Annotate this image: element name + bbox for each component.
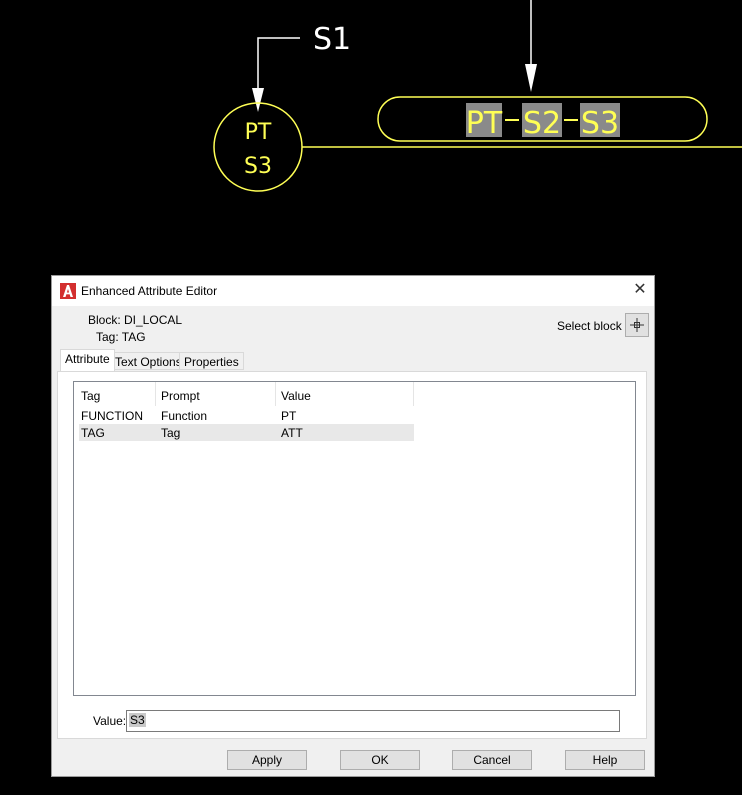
tab-text-options[interactable]: Text Options [110,352,187,370]
row-value: ATT [281,426,303,440]
crosshair-pick-icon [630,318,644,332]
dialog-titlebar[interactable]: Enhanced Attribute Editor ✕ [52,276,654,306]
table-row[interactable]: TAG Tag ATT [79,424,414,441]
tag-leader-arrowhead [525,64,537,92]
value-input-text: S3 [129,713,146,727]
value-label: Value: [93,714,127,728]
column-divider [155,382,156,406]
value-input[interactable]: S3 [126,710,620,732]
select-block-label: Select block [557,319,622,333]
column-header-prompt[interactable]: Prompt [161,389,200,403]
column-divider [275,382,276,406]
attribute-tab-panel: Tag Prompt Value FUNCTION Function PT TA… [57,371,647,739]
tag-part-2: S2 [523,106,561,141]
bubble-tag-text: S3 [244,154,272,179]
block-name-text: Block: DI_LOCAL [88,313,183,327]
autocad-logo-icon [60,283,76,299]
tag-part-3: S3 [581,106,619,141]
dialog-title: Enhanced Attribute Editor [81,284,218,298]
row-value: PT [281,409,297,423]
row-tag: TAG [81,426,105,440]
enhanced-attribute-editor-dialog: Enhanced Attribute Editor ✕ Block: DI_LO… [51,275,655,777]
cancel-button[interactable]: Cancel [452,750,532,770]
bubble-function-text: PT [245,120,272,145]
tab-attribute[interactable]: Attribute [60,349,115,371]
select-block-button[interactable] [625,313,649,337]
row-prompt: Tag [161,426,181,440]
attribute-list[interactable]: Tag Prompt Value FUNCTION Function PT TA… [73,381,636,696]
apply-button[interactable]: Apply [227,750,307,770]
row-prompt: Function [161,409,208,423]
leader-line [257,37,300,95]
column-header-tag[interactable]: Tag [81,389,100,403]
tag-part-1: PT [466,106,503,141]
tab-properties[interactable]: Properties [179,352,244,370]
ok-button[interactable]: OK [340,750,420,770]
leader-label: S1 [313,22,351,57]
table-row[interactable]: FUNCTION Function PT [79,407,414,424]
column-header-value[interactable]: Value [281,389,311,403]
tag-name-text: Tag: TAG [96,330,146,344]
close-icon[interactable]: ✕ [630,280,650,300]
row-tag: FUNCTION [81,409,143,423]
leader-arrowhead [252,88,264,112]
help-button[interactable]: Help [565,750,645,770]
column-divider [413,382,414,406]
